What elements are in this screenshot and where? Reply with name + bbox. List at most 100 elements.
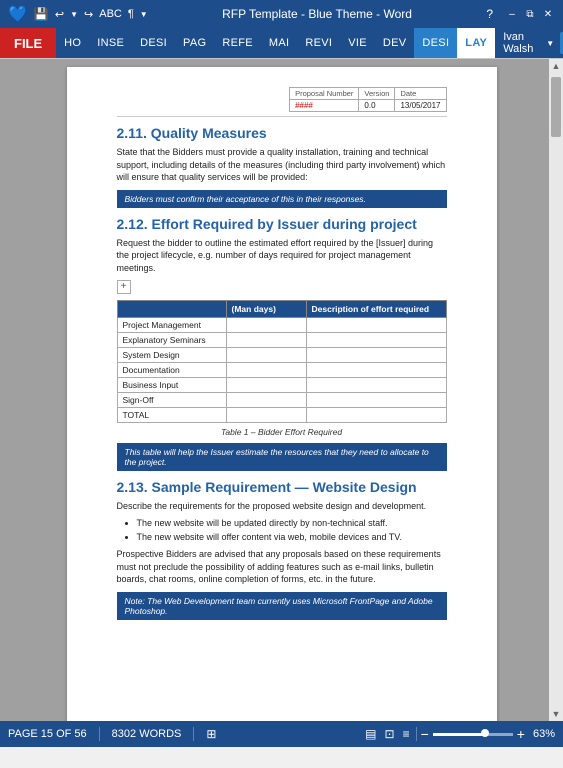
status-divider-2 xyxy=(193,727,194,741)
section-212: 2.12. Effort Required by Issuer during p… xyxy=(117,216,447,471)
row-label: Project Management xyxy=(117,317,226,332)
row-mandays xyxy=(226,377,306,392)
table-row: Sign-Off xyxy=(117,392,446,407)
section-213-bullets: The new website will be updated directly… xyxy=(137,517,447,544)
row-label: System Design xyxy=(117,347,226,362)
tab-refe[interactable]: REFE xyxy=(214,28,261,58)
row-description xyxy=(306,317,446,332)
file-tab[interactable]: FILE xyxy=(0,28,56,58)
date-label: Date xyxy=(395,88,446,100)
proposal-number-value: #### xyxy=(290,100,359,112)
header-table: Proposal Number Version Date #### 0.0 13… xyxy=(289,87,446,112)
qat-undo[interactable]: ↩ xyxy=(55,8,64,21)
row-description xyxy=(306,377,446,392)
zoom-out-btn[interactable]: − xyxy=(421,726,429,742)
ribbon: FILE HO INSE DESI PAG REFE MAI REVI VIE … xyxy=(0,28,563,59)
tab-inse[interactable]: INSE xyxy=(89,28,132,58)
tab-dev[interactable]: DEV xyxy=(375,28,415,58)
ribbon-tab-row: FILE HO INSE DESI PAG REFE MAI REVI VIE … xyxy=(0,28,563,58)
zoom-level: 63% xyxy=(533,728,555,740)
restore-button[interactable]: ⧉ xyxy=(523,7,537,21)
tab-mai[interactable]: MAI xyxy=(261,28,297,58)
table-row: Explanatory Seminars xyxy=(117,332,446,347)
row-label: Explanatory Seminars xyxy=(117,332,226,347)
section-213-heading: 2.13. Sample Requirement — Website Desig… xyxy=(117,479,447,495)
section-211-heading: 2.11. Quality Measures xyxy=(117,125,447,141)
table-expand-icon[interactable]: + xyxy=(117,280,131,294)
row-mandays xyxy=(226,332,306,347)
version-label: Version xyxy=(359,88,395,100)
document-page: Proposal Number Version Date #### 0.0 13… xyxy=(67,67,497,721)
col-header-mandays: (Man days) xyxy=(226,300,306,317)
table-row: System Design xyxy=(117,347,446,362)
scroll-down-arrow[interactable]: ▼ xyxy=(550,707,563,721)
row-mandays xyxy=(226,392,306,407)
row-description xyxy=(306,407,446,422)
help-button[interactable]: ? xyxy=(486,7,493,21)
scroll-thumb[interactable] xyxy=(551,77,561,137)
section-212-note: This table will help the Issuer estimate… xyxy=(117,443,447,471)
table-row: Documentation xyxy=(117,362,446,377)
tab-desi[interactable]: DESI xyxy=(132,28,175,58)
status-bar: PAGE 15 OF 56 8302 WORDS ⊞ ▤ ⊡ ≡ − + 63% xyxy=(0,721,563,747)
tab-ho[interactable]: HO xyxy=(56,28,89,58)
zoom-slider[interactable] xyxy=(433,733,513,736)
user-area: Ivan Walsh ▼ K xyxy=(495,28,563,58)
table-caption: Table 1 – Bidder Effort Required xyxy=(117,427,447,437)
table-row: TOTAL xyxy=(117,407,446,422)
tab-pag[interactable]: PAG xyxy=(175,28,214,58)
row-label: TOTAL xyxy=(117,407,226,422)
version-value: 0.0 xyxy=(359,100,395,112)
window-controls: ? – ⧉ ✕ xyxy=(486,7,555,21)
zoom-in-btn[interactable]: + xyxy=(517,726,525,742)
qat-more[interactable]: ▼ xyxy=(140,10,148,19)
row-mandays xyxy=(226,347,306,362)
tab-revi[interactable]: REVI xyxy=(297,28,340,58)
row-description xyxy=(306,332,446,347)
row-label: Sign-Off xyxy=(117,392,226,407)
qat-save[interactable]: 💾 xyxy=(34,7,49,21)
track-changes-icon[interactable]: ⊞ xyxy=(206,727,216,741)
section-211: 2.11. Quality Measures State that the Bi… xyxy=(117,125,447,208)
title-left: 💙 💾 ↩ ▼ ↪ ABC ¶ ▼ xyxy=(8,4,148,24)
scrollbar[interactable]: ▲ ▼ xyxy=(549,59,563,721)
section-213-body1: Describe the requirements for the propos… xyxy=(117,500,447,513)
table-row: Business Input xyxy=(117,377,446,392)
tab-desi2[interactable]: DESI xyxy=(414,28,457,58)
status-divider-3 xyxy=(416,727,417,741)
date-value: 13/05/2017 xyxy=(395,100,446,112)
qat-spell[interactable]: ABC xyxy=(99,8,122,20)
document-area: Proposal Number Version Date #### 0.0 13… xyxy=(0,59,563,721)
word-icon: 💙 xyxy=(8,4,28,24)
close-button[interactable]: ✕ xyxy=(541,7,555,21)
section-213-note: Note: The Web Development team currently… xyxy=(117,592,447,620)
minimize-button[interactable]: – xyxy=(505,7,519,21)
qat-format[interactable]: ¶ xyxy=(128,8,134,20)
proposal-number-label: Proposal Number xyxy=(290,88,359,100)
qat-redo[interactable]: ↪ xyxy=(84,8,93,21)
section-213-body2: Prospective Bidders are advised that any… xyxy=(117,548,447,586)
effort-table: (Man days) Description of effort require… xyxy=(117,300,447,423)
row-description xyxy=(306,392,446,407)
col-header-desc: Description of effort required xyxy=(306,300,446,317)
table-row: Project Management xyxy=(117,317,446,332)
list-item: The new website will offer content via w… xyxy=(137,531,447,545)
print-layout-btn[interactable]: ▤ xyxy=(363,727,378,741)
qat-undo-dropdown[interactable]: ▼ xyxy=(70,10,78,19)
scroll-up-arrow[interactable]: ▲ xyxy=(550,59,563,73)
tab-lay[interactable]: LAY xyxy=(457,28,495,58)
row-label: Business Input xyxy=(117,377,226,392)
section-212-heading: 2.12. Effort Required by Issuer during p… xyxy=(117,216,447,232)
user-name: Ivan Walsh xyxy=(503,31,540,55)
row-mandays xyxy=(226,362,306,377)
dropdown-icon[interactable]: ▼ xyxy=(546,39,554,48)
row-description xyxy=(306,362,446,377)
page-header: Proposal Number Version Date #### 0.0 13… xyxy=(117,87,447,117)
read-mode-btn[interactable]: ≡ xyxy=(401,727,412,741)
tab-vie[interactable]: VIE xyxy=(340,28,375,58)
web-layout-btn[interactable]: ⊡ xyxy=(383,727,397,741)
section-212-body: Request the bidder to outline the estima… xyxy=(117,237,447,275)
page-indicator: PAGE 15 OF 56 xyxy=(8,728,87,740)
status-divider-1 xyxy=(99,727,100,741)
row-description xyxy=(306,347,446,362)
